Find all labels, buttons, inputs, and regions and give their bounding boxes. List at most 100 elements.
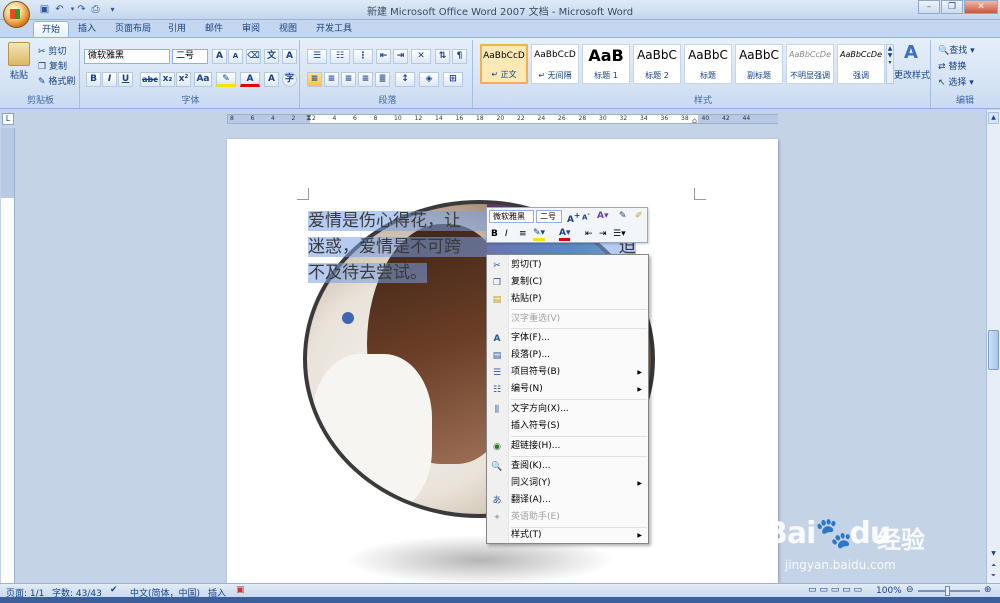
style-heading-1[interactable]: AaB 标题 1 — [582, 44, 630, 84]
clear-format-button[interactable]: ⌫ — [246, 49, 261, 64]
subscript-button[interactable]: x₂ — [160, 72, 175, 87]
mini-bold-icon[interactable]: B — [491, 229, 498, 239]
menu-item-numbering[interactable]: ☷ 编号(N) ▶ — [487, 381, 648, 398]
menu-item-bullets[interactable]: ☰ 项目符号(B) ▶ — [487, 364, 648, 381]
mini-size-select[interactable]: 二号 — [536, 210, 562, 223]
line-spacing-icon[interactable]: ↕ — [395, 72, 415, 87]
decrease-indent-icon[interactable]: ⇤ — [376, 49, 391, 64]
tab-selector[interactable]: L — [2, 113, 14, 125]
bold-button[interactable]: B — [86, 72, 101, 87]
style-normal[interactable]: AaBbCcD ↵ 正文 — [480, 44, 528, 84]
mini-italic-icon[interactable]: I — [505, 229, 508, 239]
style-heading-2[interactable]: AaBbC 标题 2 — [633, 44, 681, 84]
tab-developer[interactable]: 开发工具 — [308, 20, 360, 38]
mini-font-color-icon[interactable]: A▾ — [559, 228, 571, 241]
proofing-icon[interactable]: ✔ — [110, 585, 118, 595]
cut-button[interactable]: ✂ 剪切 — [38, 44, 66, 57]
scroll-up-icon[interactable]: ▲ — [988, 112, 999, 124]
font-color-button[interactable]: A — [240, 72, 260, 87]
zoom-slider-thumb[interactable] — [945, 586, 950, 596]
scroll-thumb[interactable] — [988, 330, 999, 370]
replace-button[interactable]: ⇄ 替换 — [938, 59, 966, 72]
asian-layout-icon[interactable]: ✕ — [411, 49, 431, 64]
vertical-ruler[interactable] — [1, 128, 15, 583]
enclose-char-button[interactable]: 字 — [282, 72, 297, 87]
underline-button[interactable]: U — [118, 72, 133, 87]
menu-item-text-direction[interactable]: ⫼ 文字方向(X)... — [487, 401, 648, 418]
menu-item-synonyms[interactable]: 同义词(Y) ▶ — [487, 475, 648, 492]
copy-button[interactable]: ❐ 复制 — [38, 59, 67, 72]
mini-font-select[interactable]: 微软雅黑 — [489, 210, 534, 223]
bullets-icon[interactable]: ☰ — [307, 49, 327, 64]
menu-item-lookup[interactable]: 🔍 查阅(K)... — [487, 458, 648, 475]
tab-mailings[interactable]: 邮件 — [197, 20, 231, 38]
justify-icon[interactable]: ≡ — [358, 72, 373, 87]
paste-icon[interactable] — [8, 42, 30, 66]
indent-marker-icon[interactable]: ⧗ — [306, 113, 312, 123]
menu-item-font[interactable]: A 字体(F)... — [487, 330, 648, 347]
italic-button[interactable]: I — [102, 72, 117, 87]
mini-shrink-font-icon[interactable]: A- — [582, 212, 590, 221]
highlight-button[interactable]: ✎ — [216, 72, 236, 87]
minimize-button[interactable]: – — [918, 0, 940, 14]
menu-item-translate[interactable]: あ翻译(A)... — [487, 492, 648, 509]
prev-page-icon[interactable]: ⏶ — [988, 562, 999, 572]
style-subtle-emphasis[interactable]: AaBbCcDe 不明显强调 — [786, 44, 834, 84]
borders-icon[interactable]: ⊞ — [443, 72, 463, 87]
mini-bullets-icon[interactable]: ☰▾ — [613, 229, 626, 239]
style-subtitle[interactable]: AaBbC 副标题 — [735, 44, 783, 84]
change-styles-button[interactable]: 更改样式 — [894, 68, 930, 81]
mini-highlight-icon[interactable]: ✎▾ — [533, 228, 546, 241]
maximize-button[interactable]: ❐ — [941, 0, 963, 14]
view-buttons[interactable]: ▭ ▭ ▭ ▭ ▭ — [808, 585, 862, 595]
right-indent-marker-icon[interactable]: ⌂ — [692, 116, 697, 125]
menu-item-paragraph[interactable]: ▤ 段落(P)... — [487, 347, 648, 364]
change-case-button[interactable]: Aa — [194, 72, 212, 87]
numbering-icon[interactable]: ☷ — [330, 49, 350, 64]
distribute-icon[interactable]: ≣ — [375, 72, 390, 87]
style-emphasis[interactable]: AaBbCcDe 强调 — [837, 44, 885, 84]
mini-center-icon[interactable]: ≡ — [519, 229, 527, 239]
superscript-button[interactable]: x² — [176, 72, 191, 87]
vertical-scrollbar[interactable]: ▲ ▼ ⏶ ⏷ — [986, 110, 1000, 583]
tab-view[interactable]: 视图 — [271, 20, 305, 38]
tab-review[interactable]: 审阅 — [234, 20, 268, 38]
mini-decrease-indent-icon[interactable]: ⇤ — [585, 229, 593, 239]
menu-item-insert-symbol[interactable]: 插入符号(S) — [487, 418, 648, 435]
tab-insert[interactable]: 插入 — [70, 20, 104, 38]
strikethrough-button[interactable]: abc — [140, 72, 160, 87]
increase-indent-icon[interactable]: ⇥ — [393, 49, 408, 64]
align-left-icon[interactable]: ≡ — [307, 72, 322, 87]
phonetic-guide-button[interactable]: 文 — [264, 49, 279, 64]
mini-grow-font-icon[interactable]: A+ — [567, 211, 580, 225]
zoom-out-icon[interactable]: ⊖ — [906, 585, 914, 595]
find-button[interactable]: 🔍查找 ▾ — [938, 43, 975, 56]
close-button[interactable]: ✕ — [964, 0, 998, 14]
font-size-select[interactable]: 二号 — [172, 49, 208, 64]
menu-item-paste[interactable]: ▤ 粘贴(P) — [487, 291, 648, 308]
shading-icon[interactable]: ◈ — [419, 72, 439, 87]
mini-format-painter-icon[interactable]: ✐ — [635, 211, 643, 221]
grow-font-button[interactable]: A — [212, 49, 227, 64]
multilevel-list-icon[interactable]: ⋮ — [353, 49, 373, 64]
menu-item-cut[interactable]: ✂ 剪切(T) — [487, 257, 648, 274]
menu-item-hyperlink[interactable]: ◉ 超链接(H)... — [487, 438, 648, 455]
align-center-icon[interactable]: ≡ — [324, 72, 339, 87]
show-marks-icon[interactable]: ¶ — [452, 49, 467, 64]
zoom-in-icon[interactable]: ⊕ — [984, 585, 992, 595]
style-no-spacing[interactable]: AaBbCcD ↵ 无间隔 — [531, 44, 579, 84]
styles-scroll[interactable]: ▲ ▼ ▾ — [886, 44, 894, 84]
macro-record-icon[interactable]: ▣ — [236, 585, 245, 595]
scroll-down-icon[interactable]: ▼ — [988, 550, 999, 560]
mini-increase-indent-icon[interactable]: ⇥ — [599, 229, 607, 239]
select-button[interactable]: ↖ 选择 ▾ — [938, 75, 974, 88]
align-right-icon[interactable]: ≡ — [341, 72, 356, 87]
format-painter-button[interactable]: ✎ 格式刷 — [38, 74, 75, 87]
mini-style-icon[interactable]: A▾ — [597, 211, 608, 221]
tab-references[interactable]: 引用 — [160, 20, 194, 38]
font-family-select[interactable]: 微软雅黑 — [84, 49, 170, 64]
menu-item-styles[interactable]: 样式(T) ▶ — [487, 527, 648, 544]
zoom-level[interactable]: 100% — [876, 586, 902, 596]
mini-clear-format-icon[interactable]: ✎ — [619, 211, 627, 221]
next-page-icon[interactable]: ⏷ — [988, 572, 999, 582]
